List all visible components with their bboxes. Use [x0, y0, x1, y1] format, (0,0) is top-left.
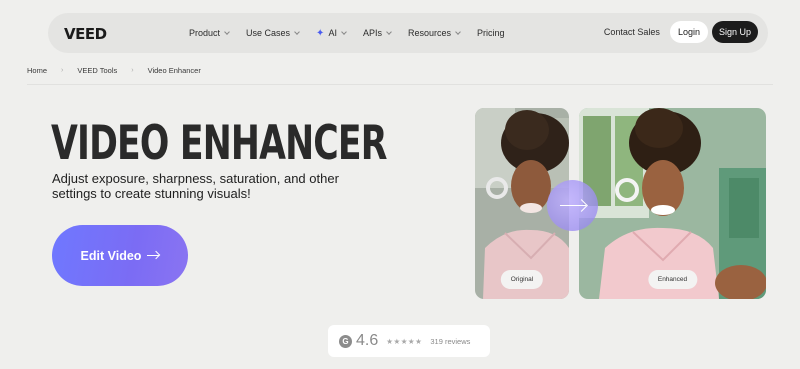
- chevron-down-icon: [341, 28, 347, 35]
- arrow-right-icon: [559, 204, 586, 207]
- arrow-right-icon: [147, 255, 160, 256]
- nav-item-ai[interactable]: ✦ AI: [316, 27, 347, 39]
- sparkle-icon: ✦: [316, 27, 325, 39]
- divider: [27, 84, 773, 85]
- nav-item-pricing[interactable]: Pricing: [477, 28, 505, 38]
- hero-subtitle: Adjust exposure, sharpness, saturation, …: [52, 171, 339, 201]
- chevron-down-icon: [455, 28, 461, 35]
- star-rating-icon: ★★★★★: [386, 336, 423, 346]
- breadcrumb-veed-tools[interactable]: VEED Tools: [77, 66, 117, 75]
- review-count: 319 reviews: [430, 336, 471, 346]
- breadcrumb-separator-icon: ›: [61, 67, 64, 74]
- rating-score: 4.6: [356, 332, 379, 349]
- nav-item-label: AI: [328, 28, 337, 38]
- nav-links: Product Use Cases ✦ AI APIs Resources Pr…: [189, 13, 522, 53]
- enhanced-label: Enhanced: [647, 270, 698, 289]
- compare-arrow-badge: [547, 180, 598, 231]
- edit-video-button[interactable]: Edit Video: [52, 225, 188, 286]
- top-navigation: VEED Product Use Cases ✦ AI APIs Resourc…: [48, 13, 768, 53]
- nav-item-label: Product: [189, 28, 221, 38]
- chevron-down-icon: [386, 28, 392, 35]
- nav-item-apis[interactable]: APIs: [362, 28, 392, 38]
- page-title: VIDEO ENHANCER: [51, 116, 388, 171]
- nav-item-use-cases[interactable]: Use Cases: [246, 28, 300, 38]
- nav-item-resources[interactable]: Resources: [407, 28, 461, 38]
- rating-badge[interactable]: G 4.6 ★★★★★ 319 reviews: [328, 325, 490, 357]
- breadcrumb-separator-icon: ›: [131, 67, 134, 74]
- breadcrumb-home[interactable]: Home: [27, 66, 47, 75]
- breadcrumb-current: Video Enhancer: [147, 66, 201, 75]
- edit-video-label: Edit Video: [80, 248, 142, 263]
- enhanced-image: Enhanced: [579, 108, 766, 299]
- chevron-down-icon: [294, 28, 300, 35]
- login-button[interactable]: Login: [669, 21, 708, 43]
- contact-sales-link[interactable]: Contact Sales: [604, 27, 660, 37]
- nav-item-product[interactable]: Product: [189, 28, 230, 38]
- g2-icon: G: [339, 334, 352, 348]
- nav-item-label: Use Cases: [246, 28, 291, 38]
- sign-up-button[interactable]: Sign Up: [711, 21, 758, 43]
- nav-item-label: Resources: [407, 28, 451, 38]
- chevron-down-icon: [224, 28, 230, 35]
- original-label: Original: [500, 270, 544, 289]
- nav-actions: Contact Sales Login Sign Up: [604, 21, 758, 43]
- nav-item-label: Pricing: [477, 28, 505, 38]
- breadcrumb: Home › VEED Tools › Video Enhancer: [27, 66, 201, 75]
- nav-item-label: APIs: [362, 28, 382, 38]
- veed-logo[interactable]: VEED: [64, 25, 107, 43]
